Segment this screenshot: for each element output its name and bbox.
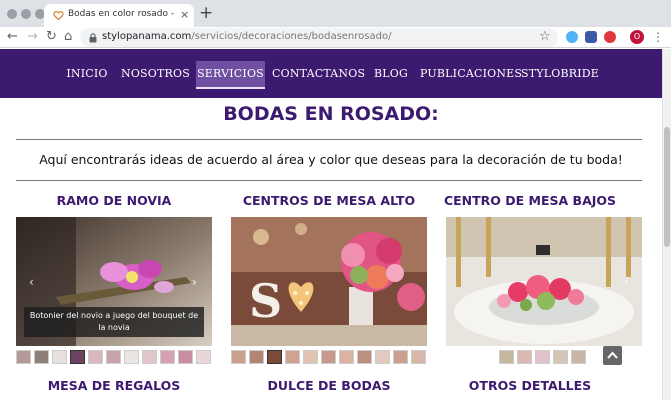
lock-icon: [89, 33, 97, 43]
thumbnail-strip: [231, 350, 427, 365]
address-bar[interactable]: stylopanama.com/servicios/decoraciones/b…: [80, 28, 558, 47]
nav-item-blog[interactable]: BLOG: [369, 61, 413, 89]
nav-item-stylobride[interactable]: STYLOBRIDE: [521, 61, 599, 89]
slider-next-icon[interactable]: ›: [192, 275, 197, 289]
thumbnail[interactable]: [535, 350, 550, 364]
home-icon[interactable]: ⌂: [64, 29, 72, 45]
nav-item-nosotros[interactable]: NOSOTROS: [121, 61, 190, 89]
thumbnail[interactable]: [517, 350, 532, 364]
divider: [16, 180, 642, 181]
thumbnail[interactable]: [16, 350, 31, 364]
section-title-mesa-de-regalos: MESA DE REGALOS: [47, 378, 181, 393]
scrollbar-thumb[interactable]: [664, 127, 670, 247]
nav-item-contactanos[interactable]: CONTACTANOS: [272, 61, 365, 89]
slider-next-icon[interactable]: ›: [624, 275, 629, 289]
thumbnail[interactable]: [106, 350, 121, 364]
thumbnail-strip: [499, 350, 589, 365]
thumbnail[interactable]: [411, 350, 426, 364]
low-centerpiece-photo: [446, 217, 642, 346]
thumbnail[interactable]: [571, 350, 586, 364]
thumbnail-strip: [16, 350, 212, 365]
thumbnail[interactable]: [196, 350, 211, 364]
section-title-otros-detalles: OTROS DETALLES: [468, 378, 592, 393]
section-title-centros-de-mesa-alto: CENTROS DE MESA ALTO: [242, 193, 416, 208]
thumbnail[interactable]: [321, 350, 336, 364]
nav-item-publicaciones[interactable]: PUBLICACIONES: [420, 61, 522, 89]
browser-menu-icon[interactable]: ⋮: [652, 29, 664, 45]
thumbnail[interactable]: [499, 350, 514, 364]
nav-item-servicios[interactable]: SERVICIOS: [196, 61, 265, 89]
thumbnail[interactable]: [88, 350, 103, 364]
url-path: /servicios/decoraciones/bodasenrosado/: [191, 31, 392, 42]
thumbnail[interactable]: [393, 350, 408, 364]
image-slider-centro-de-mesa-bajos[interactable]: ›: [446, 217, 642, 346]
page-title: BODAS EN ROSADO:: [223, 103, 439, 125]
slide-caption: Botonier del novio a juego del bouquet d…: [24, 307, 204, 337]
page-scrollbar[interactable]: [662, 49, 671, 400]
thumbnail[interactable]: [249, 350, 264, 364]
section-title-dulce-de-bodas: DULCE DE BODAS: [267, 378, 391, 393]
back-to-top-button[interactable]: [603, 346, 622, 365]
thumbnail[interactable]: [70, 350, 85, 364]
tall-centerpiece-photo: S: [231, 217, 427, 346]
browser-toolbar: ← → ↻ ⌂ stylopanama.com/servicios/decora…: [0, 27, 671, 48]
thumbnail[interactable]: [303, 350, 318, 364]
thumbnail[interactable]: [357, 350, 372, 364]
bookmark-star-icon[interactable]: ☆: [539, 29, 551, 45]
tab-close-icon[interactable]: ×: [180, 8, 189, 22]
url-host: stylopanama.com: [102, 31, 192, 42]
intro-text: Aquí encontrarás ideas de acuerdo al áre…: [39, 152, 623, 167]
thumbnail[interactable]: [178, 350, 193, 364]
image-slider-ramo-de-novia[interactable]: ‹ › Botonier del novio a juego del bouqu…: [16, 217, 212, 346]
thumbnail[interactable]: [124, 350, 139, 364]
forward-icon[interactable]: →: [27, 29, 38, 45]
thumbnail[interactable]: [52, 350, 67, 364]
thumbnail[interactable]: [231, 350, 246, 364]
thumbnail[interactable]: [339, 350, 354, 364]
slider-prev-icon[interactable]: ‹: [29, 275, 34, 289]
new-tab-icon[interactable]: +: [199, 4, 213, 22]
profile-avatar[interactable]: O: [630, 30, 644, 44]
thumbnail[interactable]: [160, 350, 175, 364]
svg-text:S: S: [249, 274, 282, 328]
chevron-up-icon: [607, 351, 618, 359]
browser-tab[interactable]: Bodas en color rosado - Stylo P ×: [44, 4, 194, 27]
site-navigation: INICIO NOSOTROS SERVICIOS CONTACTANOS BL…: [0, 49, 662, 98]
pinterest-extension-icon[interactable]: [604, 31, 616, 43]
extension-icon[interactable]: [585, 31, 597, 43]
back-icon[interactable]: ←: [7, 29, 18, 45]
close-window-button[interactable]: [7, 9, 17, 19]
thumbnail[interactable]: [285, 350, 300, 364]
page-content: BODAS EN ROSADO: Aquí encontrarás ideas …: [0, 98, 662, 400]
thumbnail[interactable]: [553, 350, 568, 364]
nav-item-inicio[interactable]: INICIO: [63, 61, 111, 89]
minimize-window-button[interactable]: [21, 9, 31, 19]
thumbnail[interactable]: [267, 350, 282, 364]
cloud-extension-icon[interactable]: [566, 31, 578, 43]
tab-title: Bodas en color rosado - Stylo P: [68, 9, 176, 19]
image-slider-centros-de-mesa-alto[interactable]: S: [231, 217, 427, 346]
section-title-ramo-de-novia: RAMO DE NOVIA: [56, 193, 172, 208]
thumbnail[interactable]: [375, 350, 390, 364]
url-text: stylopanama.com/servicios/decoraciones/b…: [102, 31, 391, 42]
heart-favicon-icon: [53, 11, 64, 21]
thumbnail[interactable]: [142, 350, 157, 364]
reload-icon[interactable]: ↻: [46, 29, 57, 45]
browser-tab-bar: Bodas en color rosado - Stylo P × +: [0, 0, 671, 27]
thumbnail[interactable]: [34, 350, 49, 364]
divider: [16, 139, 642, 140]
section-title-centro-de-mesa-bajos: CENTRO DE MESA BAJOS: [443, 193, 617, 208]
